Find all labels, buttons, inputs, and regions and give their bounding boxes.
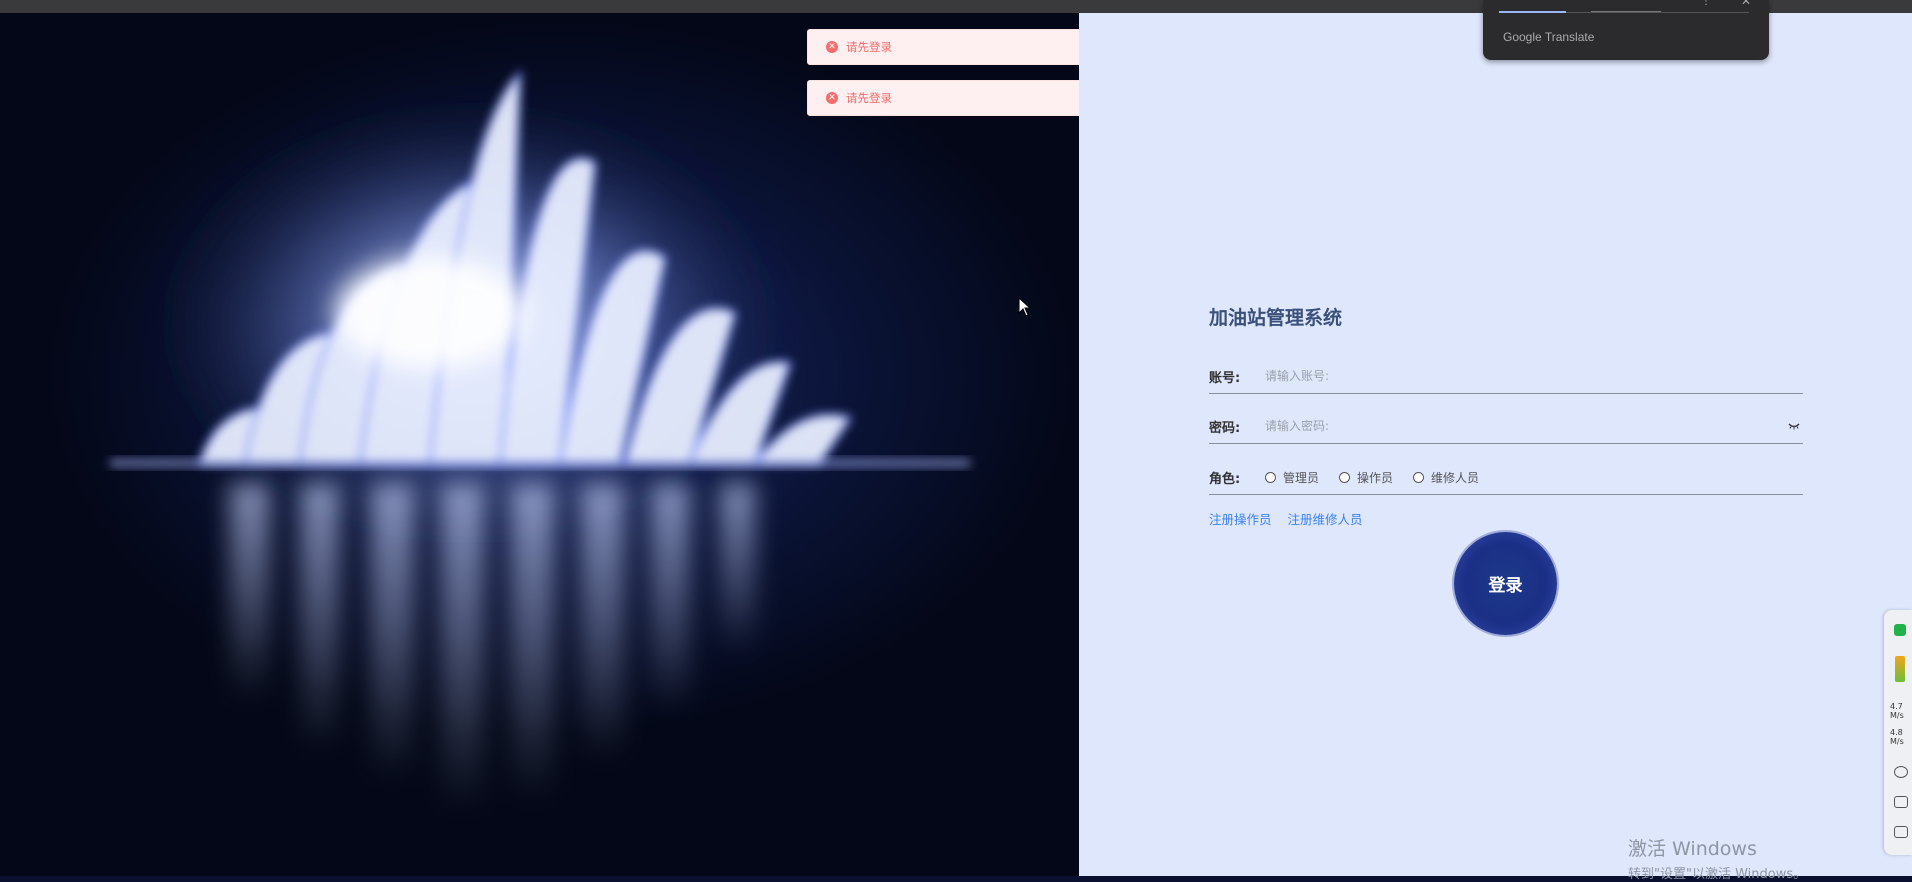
screenshot-icon[interactable]: [1894, 796, 1908, 808]
error-toast: ✕ 请先登录: [807, 29, 1109, 65]
more-options-icon[interactable]: ⋮: [1701, 0, 1711, 7]
watermark-line2: 转到"设置"以激活 Windows。: [1628, 867, 1807, 882]
register-links: 注册操作员 注册维修人员: [1209, 509, 1363, 528]
download-speed-value: 4.8: [1890, 728, 1903, 737]
hero-background: [0, 13, 1079, 876]
toast-message: 请先登录: [846, 40, 892, 54]
account-row: 账号:: [1209, 359, 1803, 394]
account-input[interactable]: [1265, 369, 1803, 383]
role-option-maintainer[interactable]: 维修人员: [1413, 469, 1479, 486]
hero-light-sculpture: [110, 69, 970, 813]
search-icon[interactable]: [1894, 826, 1908, 838]
role-option-label: 操作员: [1357, 470, 1394, 485]
error-toast: ✕ 请先登录: [807, 80, 1109, 116]
download-speed-unit: M/s: [1890, 737, 1904, 746]
role-option-operator[interactable]: 操作员: [1339, 469, 1393, 486]
tab-target-language[interactable]: [1591, 0, 1661, 12]
register-maintainer-link[interactable]: 注册维修人员: [1288, 509, 1363, 528]
password-row: 密码:: [1209, 409, 1803, 444]
login-panel: 加油站管理系统 账号: 密码: 角色: 管理员 操作员 维修人员 注册操作员 注…: [1079, 13, 1912, 876]
upload-speed-value: 4.7: [1890, 702, 1903, 711]
radio-circle-icon[interactable]: [1413, 471, 1425, 483]
role-option-label: 维修人员: [1431, 470, 1480, 485]
memory-bar-icon: [1895, 656, 1905, 682]
password-input[interactable]: [1265, 419, 1785, 433]
account-label: 账号:: [1209, 370, 1241, 386]
upload-speed-unit: M/s: [1890, 711, 1904, 720]
error-icon: ✕: [826, 92, 838, 104]
role-row: 角色: 管理员 操作员 维修人员: [1209, 460, 1803, 495]
role-option-admin[interactable]: 管理员: [1265, 469, 1319, 486]
role-label: 角色:: [1209, 471, 1241, 487]
close-icon[interactable]: ✕: [1741, 0, 1751, 8]
watermark-line1: 激活 Windows: [1628, 838, 1757, 860]
register-operator-link[interactable]: 注册操作员: [1209, 509, 1272, 528]
radio-circle-icon[interactable]: [1265, 471, 1276, 483]
google-translate-brand: Google Translate: [1503, 30, 1595, 44]
password-label: 密码:: [1209, 420, 1241, 436]
shield-icon[interactable]: [1894, 624, 1906, 636]
page-title: 加油站管理系统: [1209, 307, 1343, 329]
role-option-label: 管理员: [1283, 470, 1320, 485]
upload-speed: 4.7 M/s: [1890, 702, 1904, 720]
mouse-cursor-icon: [1018, 297, 1032, 317]
toast-message: 请先登录: [846, 91, 892, 105]
windows-activation-watermark: 激活 Windows 转到"设置"以激活 Windows。: [1628, 834, 1806, 882]
translate-tabs: [1499, 0, 1749, 13]
login-button[interactable]: 登录: [1454, 532, 1557, 635]
eye-closed-icon[interactable]: [1785, 419, 1803, 433]
download-speed: 4.8 M/s: [1890, 728, 1904, 746]
error-icon: ✕: [826, 41, 838, 53]
clean-icon[interactable]: [1894, 766, 1908, 778]
tab-source-language[interactable]: [1499, 0, 1566, 13]
radio-circle-icon[interactable]: [1339, 471, 1351, 483]
system-side-widget: 4.7 M/s 4.8 M/s: [1884, 610, 1912, 855]
google-translate-popup: ⋮ ✕ Google Translate: [1483, 0, 1769, 60]
